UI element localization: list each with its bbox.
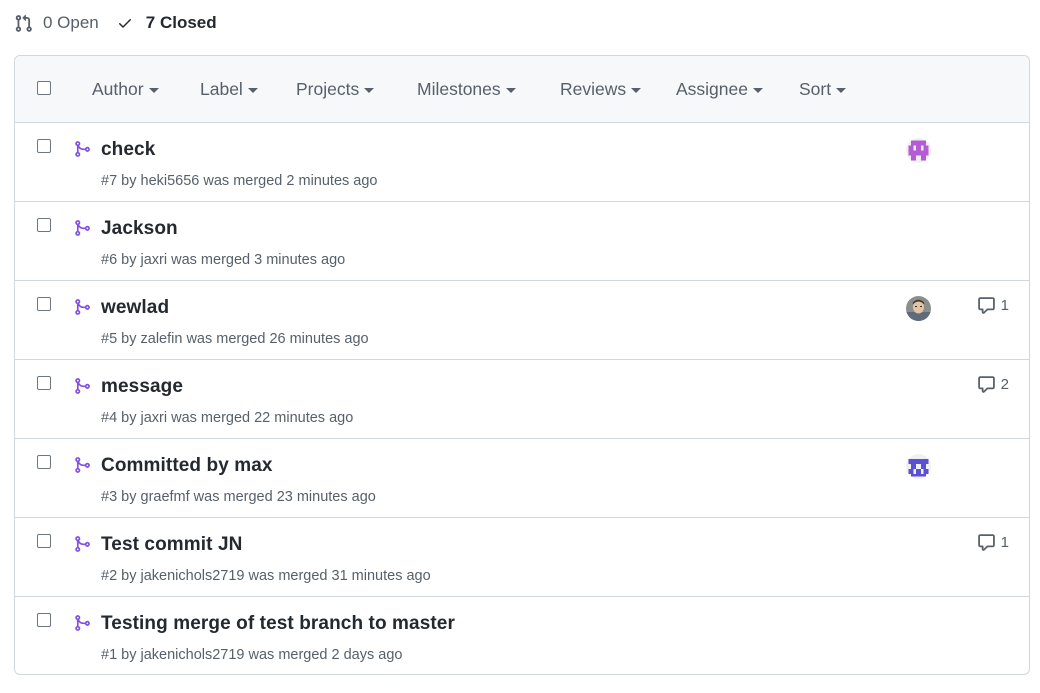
pull-request-title-link[interactable]: check (101, 139, 155, 161)
author-filter-dropdown[interactable]: Author (92, 79, 200, 100)
comment-count: 1 (1000, 297, 1009, 314)
comment-icon (977, 534, 995, 551)
open-count-label: 0 Open (43, 13, 99, 32)
check-icon (118, 19, 131, 28)
caret-down-icon (247, 88, 258, 93)
milestones-filter-dropdown[interactable]: Milestones (417, 79, 560, 100)
pull-request-title-link[interactable]: Committed by max (101, 455, 273, 477)
git-merge-icon (73, 614, 91, 632)
assignee-filter-dropdown[interactable]: Assignee (676, 79, 799, 100)
pull-request-row: wewlad #5 by zalefin was merged 26 minut… (15, 281, 1029, 360)
caret-down-icon (753, 88, 763, 93)
filter-label: Reviews (560, 79, 627, 99)
closed-filter-button[interactable]: 7 Closed (117, 13, 217, 33)
caret-down-icon (148, 88, 159, 93)
caret-down-icon (364, 88, 375, 93)
pull-request-title-link[interactable]: Test commit JN (101, 534, 242, 556)
row-checkbox[interactable] (37, 139, 51, 153)
comment-count: 2 (1000, 376, 1009, 393)
row-checkbox[interactable] (37, 534, 51, 548)
filter-label: Author (92, 79, 144, 99)
filter-label: Sort (799, 79, 832, 99)
pull-request-meta: #4 by jaxri was merged 22 minutes ago (101, 410, 354, 426)
comments-link[interactable]: 1 (977, 296, 1009, 315)
pull-request-title-link[interactable]: wewlad (101, 297, 169, 319)
row-checkbox[interactable] (37, 455, 51, 469)
pull-request-row: Testing merge of test branch to master #… (15, 597, 1029, 674)
pr-state-toggle: 0 Open 7 Closed (14, 10, 217, 36)
select-all-checkbox[interactable] (37, 81, 51, 95)
projects-filter-dropdown[interactable]: Projects (296, 79, 417, 100)
comment-count: 1 (1000, 534, 1009, 551)
pull-request-meta: #1 by jakenichols2719 was merged 2 days … (101, 647, 403, 663)
caret-down-icon (505, 88, 516, 93)
git-merge-icon (73, 219, 91, 237)
pull-request-row: message #4 by jaxri was merged 22 minute… (15, 360, 1029, 439)
pull-request-meta: #3 by graefmf was merged 23 minutes ago (101, 489, 376, 505)
comment-icon (977, 297, 995, 314)
row-checkbox[interactable] (37, 376, 51, 390)
filter-bar: Author Label Projects Milestones Reviews… (92, 56, 847, 123)
git-merge-icon (73, 535, 91, 553)
pull-request-meta: #2 by jakenichols2719 was merged 31 minu… (101, 568, 431, 584)
pull-request-title-link[interactable]: message (101, 376, 183, 398)
filter-label: Assignee (676, 79, 748, 99)
pull-request-meta: #6 by jaxri was merged 3 minutes ago (101, 252, 346, 268)
author-avatar[interactable] (906, 454, 931, 479)
git-merge-icon (73, 456, 91, 474)
pull-request-row: Test commit JN #2 by jakenichols2719 was… (15, 518, 1029, 597)
pull-request-list: Author Label Projects Milestones Reviews… (14, 55, 1030, 675)
caret-down-icon (631, 88, 642, 93)
git-merge-icon (73, 140, 91, 158)
author-avatar[interactable] (906, 296, 931, 321)
label-filter-dropdown[interactable]: Label (200, 79, 296, 100)
comment-icon (977, 376, 995, 393)
row-checkbox[interactable] (37, 613, 51, 627)
git-merge-icon (73, 298, 91, 316)
filter-label: Projects (296, 79, 360, 99)
git-merge-icon (73, 377, 91, 395)
author-avatar[interactable] (906, 138, 931, 163)
sort-dropdown[interactable]: Sort (799, 79, 847, 100)
pull-request-meta: #7 by heki5656 was merged 2 minutes ago (101, 173, 378, 189)
comments-link[interactable]: 2 (977, 375, 1009, 394)
reviews-filter-dropdown[interactable]: Reviews (560, 79, 676, 100)
pull-request-title-link[interactable]: Testing merge of test branch to master (101, 613, 455, 635)
pull-request-row: Committed by max #3 by graefmf was merge… (15, 439, 1029, 518)
row-checkbox[interactable] (37, 218, 51, 232)
pull-request-row: Jackson #6 by jaxri was merged 3 minutes… (15, 202, 1029, 281)
pull-request-title-link[interactable]: Jackson (101, 218, 178, 240)
caret-down-icon (836, 88, 847, 93)
list-header: Author Label Projects Milestones Reviews… (15, 56, 1029, 123)
filter-label: Label (200, 79, 243, 99)
git-pull-request-icon (15, 14, 32, 32)
comments-link[interactable]: 1 (977, 533, 1009, 552)
pull-request-meta: #5 by zalefin was merged 26 minutes ago (101, 331, 369, 347)
open-filter-button[interactable]: 0 Open (14, 13, 99, 33)
closed-count-label: 7 Closed (145, 13, 217, 32)
pull-request-row: check #7 by heki5656 was merged 2 minute… (15, 123, 1029, 202)
filter-label: Milestones (417, 79, 501, 99)
row-checkbox[interactable] (37, 297, 51, 311)
